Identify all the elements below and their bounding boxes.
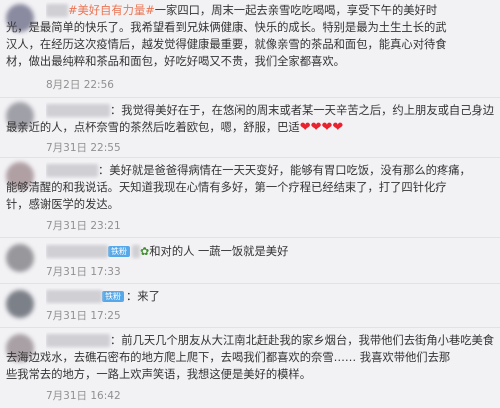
comment-text: 一家四口，周末一起去亲雪吃吃喝喝，享受下午的美好时 bbox=[154, 4, 438, 17]
comment-item: u：美好就是爸爸得病情在一天天变好，能够有胃口吃饭，没有那么的疼痛， 能够清醒的… bbox=[0, 158, 500, 238]
comment-text: 光，是最简单的快乐了。我希望看到兄妹俩健康、快乐的成长。特别是最为土生土长的武 bbox=[6, 21, 447, 34]
comment-text: 能够清醒的和我说话。天知道我现在心情有多好，第一个疗程已经结束了，打了四针化疗 bbox=[6, 181, 447, 194]
timestamp: 7月31日 16:42 bbox=[46, 390, 121, 402]
comment-body: u：美好就是爸爸得病情在一天天变好，能够有胃口吃饭，没有那么的疼痛， 能够清醒的… bbox=[6, 162, 494, 213]
timestamp: 7月31日 17:33 bbox=[46, 266, 121, 278]
timestamp: 7月31日 17:25 bbox=[46, 310, 121, 322]
avatar[interactable] bbox=[6, 290, 34, 318]
comment-text: 些我常去的地方，一路上欢声笑语，我想这便是美好的模样。 bbox=[6, 368, 312, 381]
timestamp: 7月31日 23:21 bbox=[46, 220, 121, 232]
username[interactable]: u bbox=[46, 334, 110, 347]
comment-body: u：我觉得美好在于，在悠闲的周末或者某一天辛苦之后，约上朋友或自己身边 最亲近的… bbox=[6, 102, 494, 136]
leaf-emoji-icon: ✿ bbox=[140, 245, 150, 258]
username[interactable]: u bbox=[46, 4, 68, 17]
username[interactable]: u bbox=[46, 104, 110, 117]
comment-text: 和对的人 一蔬一饭就是美好 bbox=[149, 245, 289, 258]
comment-text: ：我觉得美好在于，在悠闲的周末或者某一天辛苦之后，约上朋友或自己身边 bbox=[110, 104, 494, 117]
comment-text: ：来了 bbox=[126, 290, 160, 303]
comment-text: ：前几天几个朋友从大江南北赶赴我的家乡烟台，我带他们去街角小巷吃美食， bbox=[110, 334, 494, 347]
comment-body: u铁粉：来了 bbox=[46, 288, 494, 305]
comment-item: u#美好自有力量#一家四口，周末一起去亲雪吃吃喝喝，享受下午的美好时 光，是最简… bbox=[0, 0, 500, 98]
comment-text: ：美好就是爸爸得病情在一天天变好，能够有胃口吃饭，没有那么的疼痛， bbox=[98, 164, 471, 177]
heart-emoji-icon: ❤❤❤❤ bbox=[299, 120, 344, 135]
avatar[interactable] bbox=[6, 244, 34, 272]
fan-badge: 铁粉 bbox=[108, 246, 130, 257]
comment-text: 材，做出最纯粹和茶品和面包，好吃好喝又不贵，我们全家都喜欢。 bbox=[6, 55, 345, 68]
timestamp: 8月2日 22:56 bbox=[46, 79, 114, 91]
username-suffix: u bbox=[132, 245, 140, 258]
username[interactable]: u bbox=[46, 245, 108, 258]
comment-text: 去海边戏水，去礁石密布的地方爬上爬下，去喝我们都喜欢的奈雪…… 我喜欢带他们去那 bbox=[6, 351, 451, 364]
comment-text: 最亲近的人，点杯奈雪的茶然后吃着欧包，嗯，舒服，巴适 bbox=[6, 121, 300, 134]
comment-item: u铁粉u✿和对的人 一蔬一饭就是美好 7月31日 17:33 bbox=[0, 238, 500, 284]
comment-item: u铁粉：来了 7月31日 17:25 bbox=[0, 284, 500, 328]
comment-body: u铁粉u✿和对的人 一蔬一饭就是美好 bbox=[46, 243, 494, 260]
comment-item: u：前几天几个朋友从大江南北赶赴我的家乡烟台，我带他们去街角小巷吃美食， 去海边… bbox=[0, 328, 500, 408]
timestamp: 7月31日 22:55 bbox=[46, 142, 121, 154]
comment-item: u：我觉得美好在于，在悠闲的周末或者某一天辛苦之后，约上朋友或自己身边 最亲近的… bbox=[0, 98, 500, 158]
comment-feed: u#美好自有力量#一家四口，周末一起去亲雪吃吃喝喝，享受下午的美好时 光，是最简… bbox=[0, 0, 500, 408]
comment-text: 针，感谢医学的发达。 bbox=[6, 198, 119, 211]
username[interactable]: u bbox=[46, 290, 102, 303]
hashtag-link[interactable]: #美好自有力量# bbox=[68, 4, 155, 17]
comment-body: u：前几天几个朋友从大江南北赶赴我的家乡烟台，我带他们去街角小巷吃美食， 去海边… bbox=[6, 332, 494, 383]
fan-badge: 铁粉 bbox=[102, 291, 124, 302]
comment-text: 汉人，在经历这次疫情后，越发觉得健康最重要，就像亲雪的茶品和面包，能真心对待食 bbox=[6, 38, 447, 51]
comment-body: u#美好自有力量#一家四口，周末一起去亲雪吃吃喝喝，享受下午的美好时 光，是最简… bbox=[6, 2, 494, 70]
username[interactable]: u bbox=[46, 164, 98, 177]
